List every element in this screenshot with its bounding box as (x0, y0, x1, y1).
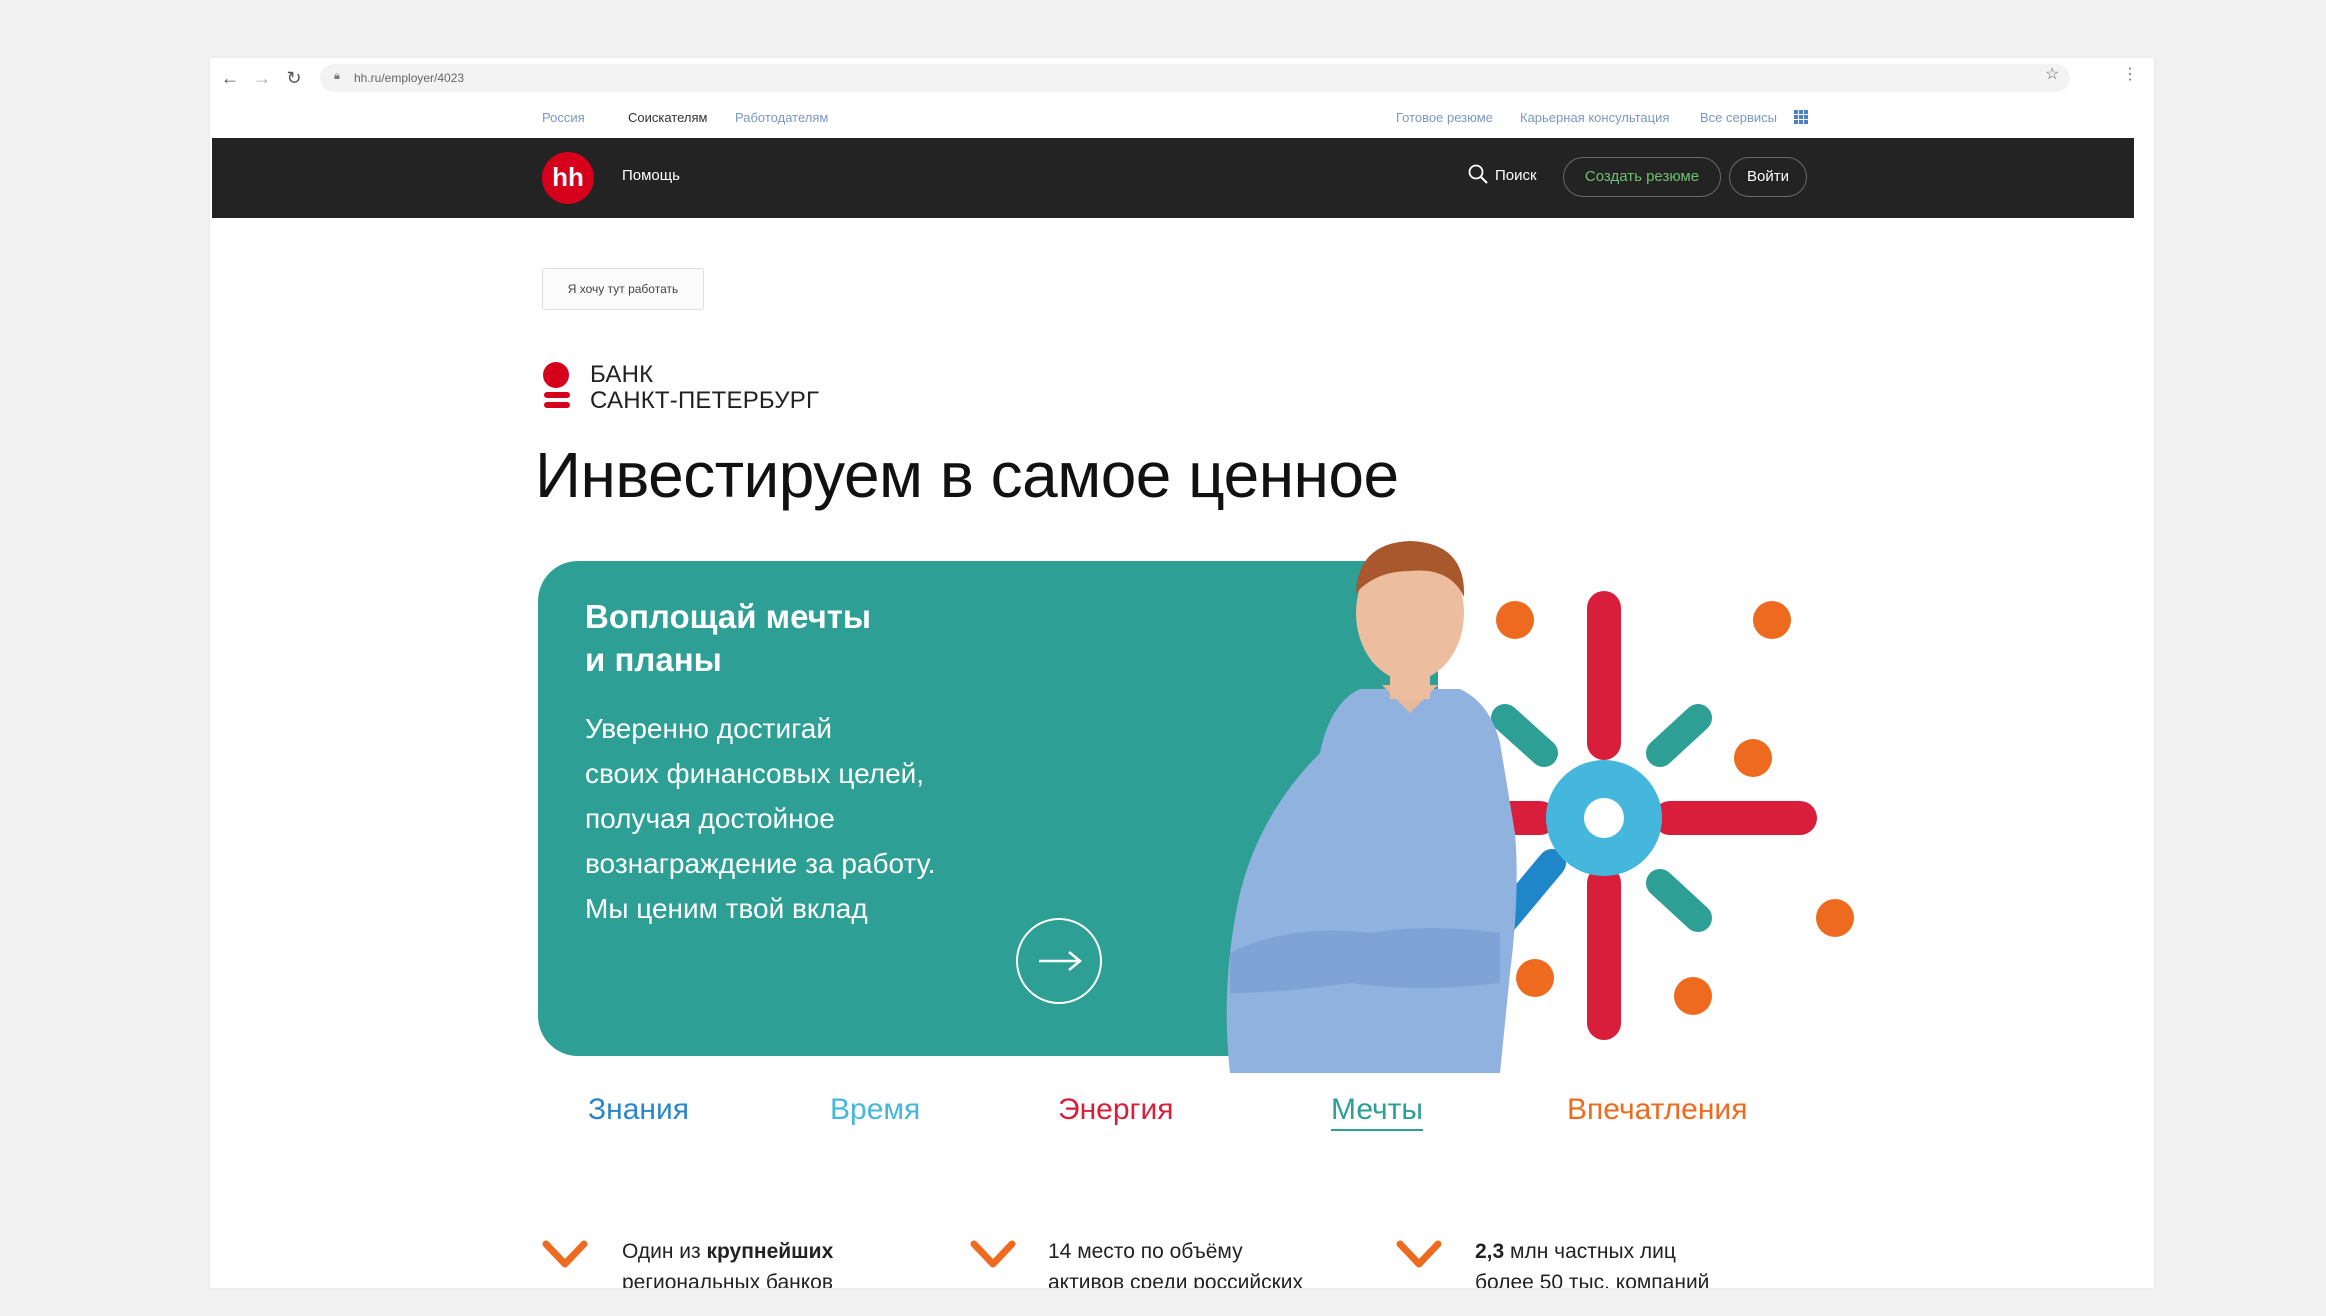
url-text[interactable]: hh.ru/employer/4023 (354, 71, 464, 85)
applicants-link[interactable]: Соискателям (628, 110, 707, 125)
checkmark-icon (970, 1240, 1016, 1268)
man-photo (1226, 541, 1517, 1073)
hero-card-text-line: вознаграждение за работу. (585, 848, 936, 879)
address-bar[interactable]: 🔒︎ hh.ru/employer/4023 (320, 64, 2070, 92)
fact-item: Один из крупнейших региональных банков (622, 1236, 833, 1288)
bank-name-line1: БАНК (590, 361, 654, 388)
fact-text-line2: региональных банков (622, 1271, 834, 1288)
create-resume-button[interactable]: Создать резюме (1563, 157, 1721, 197)
fact-strong: 2,3 (1475, 1240, 1505, 1263)
want-to-work-here-button[interactable]: Я хочу тут работать (542, 268, 704, 310)
bank-emblem-icon (543, 362, 570, 408)
hero-card-text-line: Мы ценим твой вклад (585, 893, 868, 924)
region-link[interactable]: Россия (542, 110, 585, 125)
bank-name: БАНК САНКТ-ПЕТЕРБУРГ (590, 362, 819, 414)
hero-card-title-line1: Воплощай мечты (585, 598, 872, 635)
search-link[interactable]: Поиск (1495, 167, 1537, 184)
employers-link[interactable]: Работодателям (735, 110, 828, 125)
tab-time[interactable]: Время (830, 1093, 920, 1127)
reload-icon[interactable]: ↻ (280, 64, 308, 92)
fact-text-line2: более 50 тыс. компаний (1475, 1271, 1710, 1288)
forward-arrow-icon[interactable]: → (248, 64, 276, 92)
next-arrow-button[interactable] (1016, 918, 1102, 1004)
hero-card-title: Воплощай мечты и планы (585, 595, 1005, 681)
lock-icon: 🔒︎ (334, 70, 340, 82)
tab-energy[interactable]: Энергия (1058, 1093, 1173, 1127)
all-services-link[interactable]: Все сервисы (1700, 110, 1777, 125)
fact-text: 14 место по объёму (1048, 1240, 1243, 1263)
search-icon[interactable] (1468, 164, 1488, 184)
browser-menu-icon[interactable]: ⋮ (2122, 64, 2138, 84)
site-header: hh Помощь Поиск Создать резюме Войти (212, 138, 2134, 218)
grid-icon[interactable] (1794, 110, 1808, 124)
arrow-right-icon (1039, 951, 1082, 971)
tab-impressions[interactable]: Впечатления (1567, 1093, 1747, 1127)
bookmark-star-icon[interactable]: ☆ (2045, 64, 2059, 84)
page-title: Инвестируем в самое ценное (535, 439, 1399, 511)
career-consult-link[interactable]: Карьерная консультация (1520, 110, 1669, 125)
ready-resume-link[interactable]: Готовое резюме (1396, 110, 1493, 125)
hero-card-text-line: своих финансовых целей, (585, 758, 925, 789)
help-link[interactable]: Помощь (622, 167, 680, 184)
fact-strong: крупнейших (706, 1240, 834, 1263)
login-button[interactable]: Войти (1729, 157, 1807, 197)
hero-card-text: Уверенно достигай своих финансовых целей… (585, 706, 1025, 931)
fact-item: 14 место по объёму активов среди российс… (1048, 1236, 1303, 1288)
top-navigation: Россия Соискателям Работодателям Готовое… (210, 98, 2154, 138)
fact-item: 2,3 млн частных лиц более 50 тыс. компан… (1475, 1236, 1709, 1288)
checkmark-icon (1396, 1240, 1442, 1268)
fact-text: млн частных лиц (1504, 1240, 1676, 1263)
tab-knowledge[interactable]: Знания (588, 1093, 689, 1127)
bank-logo: БАНК САНКТ-ПЕТЕРБУРГ (542, 360, 842, 420)
fact-text-line2: активов среди российских (1048, 1271, 1303, 1288)
browser-toolbar: ← → ↻ 🔒︎ hh.ru/employer/4023 ☆ ⋮ (210, 58, 2154, 99)
fact-text: Один из (622, 1240, 707, 1263)
browser-window: ← → ↻ 🔒︎ hh.ru/employer/4023 ☆ ⋮ Россия … (210, 58, 2154, 1288)
hero-card-title-line2: и планы (585, 641, 722, 678)
tab-dreams[interactable]: Мечты (1331, 1093, 1423, 1131)
bank-name-line2: САНКТ-ПЕТЕРБУРГ (590, 387, 820, 414)
hh-logo[interactable]: hh (542, 152, 594, 204)
hero-illustration (1226, 541, 1854, 1073)
checkmark-icon (542, 1240, 588, 1268)
hero-card-text-line: получая достойное (585, 803, 835, 834)
hero-card-text-line: Уверенно достигай (585, 713, 832, 744)
back-arrow-icon[interactable]: ← (216, 64, 244, 92)
